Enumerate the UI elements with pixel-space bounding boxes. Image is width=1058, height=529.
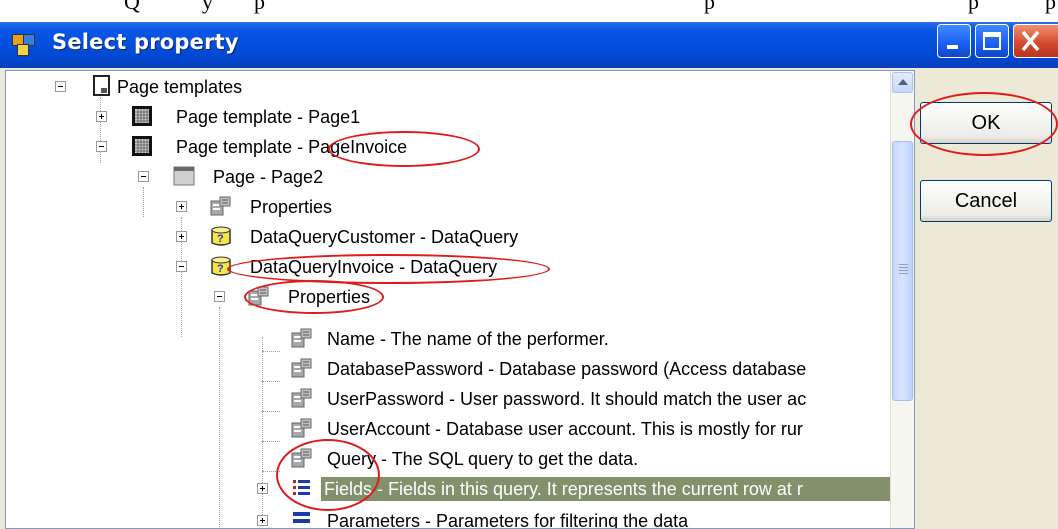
tree-node-page2-properties[interactable]: Properties (6, 193, 886, 223)
grip-line (899, 270, 908, 271)
grip-line (899, 273, 908, 274)
expand-toggle[interactable] (176, 201, 187, 212)
expand-toggle[interactable] (257, 483, 268, 494)
minimize-button[interactable] (937, 24, 971, 58)
collapse-toggle[interactable] (96, 141, 107, 152)
tree-node-dataquery-customer[interactable]: ? DataQueryCustomer - DataQuery (6, 223, 886, 253)
node-label: Query - The SQL query to get the data. (327, 449, 639, 469)
maximize-button[interactable] (975, 24, 1009, 58)
grid-template-icon (132, 136, 152, 156)
node-label: UserPassword - User password. It should … (327, 389, 807, 409)
property-tree[interactable]: Page templates Page template - Page1 Pag… (5, 70, 915, 529)
close-button[interactable] (1013, 24, 1058, 58)
node-label: DatabasePassword - Database password (Ac… (327, 359, 807, 379)
tree-node-prop-query[interactable]: Query - The SQL query to get the data. (6, 445, 886, 475)
node-label: UserAccount - Database user account. Thi… (327, 419, 803, 439)
properties-icon (291, 418, 312, 438)
node-label: Properties (250, 197, 333, 217)
window-title: Select property (52, 30, 239, 54)
scroll-up-button[interactable] (892, 72, 913, 93)
fields-list-icon (293, 480, 310, 495)
collapse-toggle[interactable] (214, 291, 225, 302)
node-label: Parameters - Parameters for filtering th… (327, 511, 689, 529)
node-label: Fields - Fields in this query. It repres… (321, 477, 890, 501)
tree-node-prop-name[interactable]: Name - The name of the performer. (6, 325, 886, 355)
application-window-icon (12, 34, 36, 56)
fields-list-icon (293, 512, 310, 523)
maximize-icon (983, 32, 1001, 50)
grid-template-icon (132, 106, 152, 126)
tree-node-page-templates[interactable]: Page templates (6, 73, 886, 103)
tree-node-page-page2[interactable]: Page - Page2 (6, 163, 886, 193)
node-label: DataQueryCustomer - DataQuery (250, 227, 519, 247)
document-icon (93, 75, 110, 96)
tree-node-dataquery-invoice[interactable]: ? DataQueryInvoice - DataQuery (6, 253, 886, 283)
properties-icon (291, 388, 312, 408)
grip-line (899, 264, 908, 265)
tree-node-prop-userpassword[interactable]: UserPassword - User password. It should … (6, 385, 886, 415)
node-label: Page templates (117, 77, 243, 97)
properties-icon (248, 286, 269, 306)
properties-icon (291, 448, 312, 468)
dataquery-icon: ? (211, 226, 231, 246)
svg-text:?: ? (217, 263, 224, 275)
properties-icon (291, 328, 312, 348)
grip-line (899, 267, 908, 268)
doc-fragment: y (202, 0, 213, 14)
doc-fragment: p (254, 0, 265, 14)
collapse-toggle[interactable] (176, 261, 187, 272)
select-property-dialog: Select property Page templates Page temp… (0, 22, 1058, 529)
tree-node-fields[interactable]: Fields - Fields in this query. It repres… (6, 475, 890, 505)
close-icon (1021, 30, 1040, 52)
svg-text:?: ? (217, 233, 224, 245)
node-label: Page template - PageInvoice (176, 137, 408, 157)
vertical-scrollbar[interactable] (890, 71, 914, 528)
tree-node-parameters[interactable]: Parameters - Parameters for filtering th… (6, 507, 886, 529)
background-document-text: Q y p p p p (0, 0, 1058, 22)
collapse-toggle[interactable] (55, 81, 66, 92)
ok-button[interactable]: OK (920, 102, 1052, 144)
doc-fragment: Q (124, 0, 140, 14)
tree-node-page-template-page1[interactable]: Page template - Page1 (6, 103, 886, 133)
doc-fragment: p (968, 0, 979, 14)
properties-icon (291, 358, 312, 378)
node-label: Name - The name of the performer. (327, 329, 609, 349)
expand-toggle[interactable] (257, 515, 268, 526)
tree-node-prop-useraccount[interactable]: UserAccount - Database user account. Thi… (6, 415, 886, 445)
expand-toggle[interactable] (96, 111, 107, 122)
node-label: Page template - Page1 (176, 107, 361, 127)
tree-node-prop-databasepassword[interactable]: DatabasePassword - Database password (Ac… (6, 355, 886, 385)
node-label: DataQueryInvoice - DataQuery (250, 257, 498, 277)
dataquery-icon: ? (211, 256, 231, 276)
doc-fragment: p (704, 0, 715, 14)
scroll-thumb[interactable] (892, 141, 913, 401)
page-icon (173, 166, 195, 186)
properties-icon (210, 196, 231, 216)
expand-toggle[interactable] (176, 231, 187, 242)
node-label: Properties (288, 287, 371, 307)
cancel-button[interactable]: Cancel (920, 180, 1052, 222)
collapse-toggle[interactable] (138, 171, 149, 182)
tree-node-page-template-pageinvoice[interactable]: Page template - PageInvoice (6, 133, 886, 163)
doc-fragment: p (1045, 0, 1056, 14)
tree-node-dataquery-invoice-properties[interactable]: Properties (6, 283, 886, 313)
tree-viewport: Page templates Page template - Page1 Pag… (6, 71, 890, 529)
node-label: Page - Page2 (213, 167, 324, 187)
minimize-icon (947, 45, 958, 49)
title-bar[interactable]: Select property (0, 22, 1058, 68)
